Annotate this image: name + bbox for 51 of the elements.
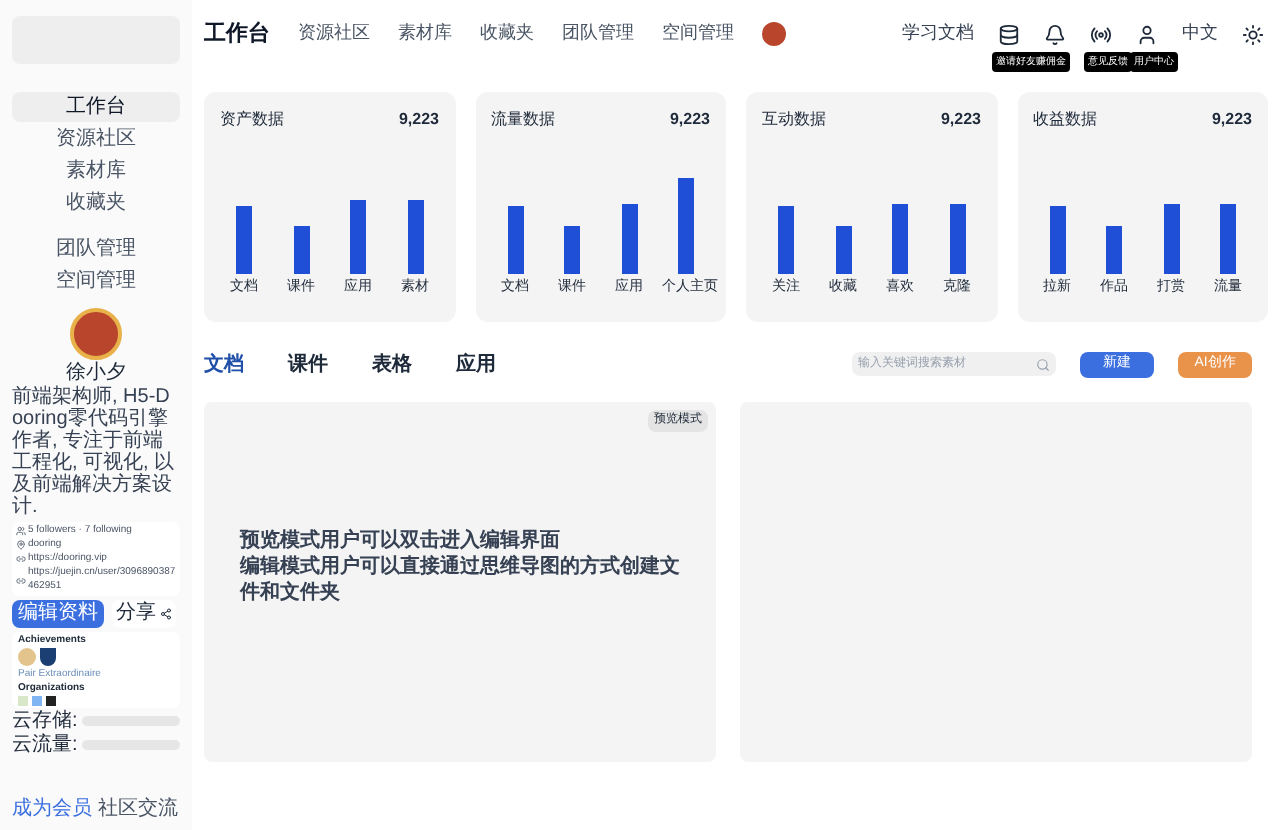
- profile-name: 徐小夕: [64, 360, 128, 385]
- nav-link[interactable]: 工作台: [204, 17, 270, 51]
- tab[interactable]: 应用: [456, 349, 496, 379]
- database-icon[interactable]: [998, 23, 1020, 45]
- nav-link[interactable]: 资源社区: [298, 20, 370, 48]
- tab[interactable]: 课件: [288, 349, 328, 379]
- card-value: 9,223: [1211, 108, 1252, 132]
- sidebar-item[interactable]: 团队管理: [12, 234, 180, 264]
- sidebar-item[interactable]: 空间管理: [12, 266, 180, 296]
- broadcast-icon[interactable]: [1090, 23, 1112, 45]
- link-icon: [16, 554, 26, 564]
- shield-icon: [40, 648, 56, 666]
- tab[interactable]: 表格: [372, 349, 412, 379]
- tab[interactable]: 文档: [204, 349, 244, 379]
- nav-link[interactable]: 素材库: [398, 20, 452, 48]
- card-value: 9,223: [669, 108, 710, 132]
- card-title: 互动数据: [762, 108, 826, 132]
- card-title: 资产数据: [220, 108, 284, 132]
- share-icon: [160, 608, 172, 620]
- docs-link[interactable]: 学习文档: [902, 20, 974, 48]
- avatar[interactable]: [762, 22, 786, 46]
- nav-link[interactable]: 团队管理: [562, 20, 634, 48]
- hint-text: 预览模式用户可以双击进入编辑界面: [240, 528, 562, 554]
- nav-link[interactable]: 空间管理: [662, 20, 734, 48]
- storage-label: 云存储:: [12, 710, 78, 732]
- language-link[interactable]: 中文: [1182, 20, 1218, 48]
- hint-text: 编辑模式用户可以直接通过思维导图的方式创建文件和文件夹: [240, 554, 682, 606]
- nav-link[interactable]: 收藏夹: [480, 20, 534, 48]
- search-icon: [1036, 357, 1050, 371]
- card-value: 9,223: [398, 108, 439, 132]
- people-icon: [16, 526, 26, 536]
- sidebar-item[interactable]: 素材库: [12, 156, 180, 186]
- sidebar-item[interactable]: 工作台: [12, 92, 180, 122]
- profile-bio: 前端架构师, H5-Dooring零代码引擎作者, 专注于前端工程化, 可视化, 以及前端解决方案设计.: [12, 386, 177, 518]
- edit-profile-button[interactable]: 编辑资料: [12, 600, 104, 628]
- user-icon[interactable]: [1136, 23, 1158, 45]
- theme-icon[interactable]: [1242, 23, 1264, 45]
- location-icon: [16, 540, 26, 550]
- storage-label: 云流量:: [12, 734, 78, 756]
- card-title: 收益数据: [1033, 108, 1097, 132]
- notification-icon[interactable]: [1044, 23, 1066, 45]
- sidebar-item[interactable]: 资源社区: [12, 124, 180, 154]
- avatar: [70, 308, 122, 360]
- link-icon: [16, 575, 26, 585]
- sidebar-item[interactable]: 收藏夹: [12, 188, 180, 218]
- card-value: 9,223: [940, 108, 981, 132]
- footer-link[interactable]: 成为会员: [12, 798, 92, 822]
- badge-icon: [18, 648, 36, 666]
- card-title: 流量数据: [491, 108, 555, 132]
- footer-link[interactable]: 社区交流: [98, 798, 178, 822]
- share-button[interactable]: 分享: [112, 600, 176, 628]
